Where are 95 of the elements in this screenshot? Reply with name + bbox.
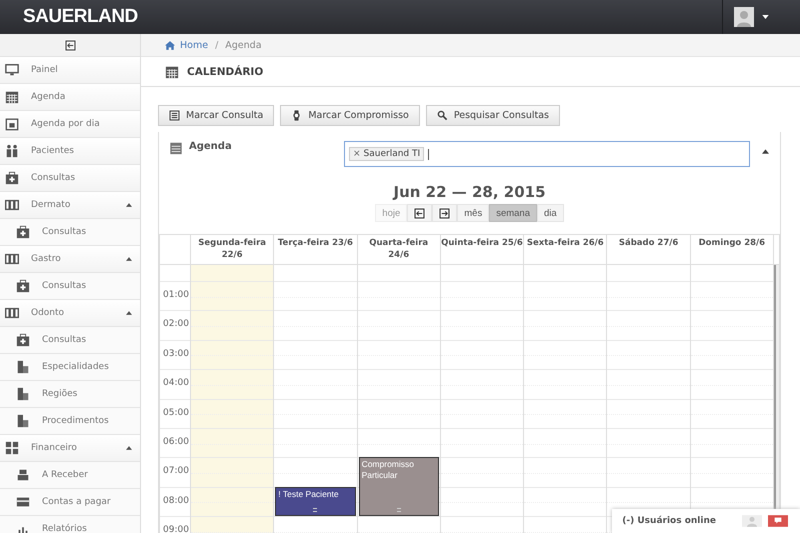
action-button[interactable]: Pesquisar Consultas [426,105,560,126]
sidebar-item-label: Especialidades [42,362,110,372]
logo: SAUERLAND [23,6,138,28]
remove-tag-button[interactable]: × [353,149,361,159]
card-icon [16,495,30,509]
sidebar-item-label: Consultas [42,335,88,345]
collapse-caret-icon[interactable] [762,149,769,154]
day-header: Segunda-feira 22/6 [191,235,274,264]
calendar-event[interactable]: Compromisso Particular [358,457,439,516]
register-icon [16,468,30,482]
medkit-icon [16,225,30,239]
sidebar-item[interactable]: Agenda [0,84,140,111]
day-icon [5,117,19,131]
sidebar-item-label: Odonto [31,308,66,318]
medkit-icon [16,279,30,293]
sidebar-item[interactable]: Painel [0,57,140,84]
previous-button[interactable] [407,204,432,222]
sidebar-item-label: Contas a pagar [42,497,112,507]
panel-title: Agenda [189,141,233,152]
breadcrumb-separator: / [214,40,220,50]
time-label: 08:00 [162,494,189,506]
time-label: 03:00 [162,348,189,359]
calendar-icon [165,64,179,78]
day-header: Sábado 27/6 [607,235,691,264]
sidebar-item[interactable]: Dermato [0,192,140,219]
search-icon [436,110,448,121]
day-header: Domingo 28/6 [690,235,774,264]
sidebar-item-label: Financeiro [31,443,78,453]
sidebar-item-label: Regiões [42,389,78,399]
action-button[interactable]: Marcar Compromisso [280,105,420,126]
sidebar-item-label: Pacientes [31,146,75,156]
time-label: 09:00 [162,524,189,533]
calendar-title: Jun 22 — 28, 2015 [392,183,547,201]
sidebar-item-label: Dermato [31,200,72,210]
people-icon [5,144,19,158]
monitor-icon [5,63,19,77]
sidebar-item-label: Consultas [42,281,88,291]
home-icon [165,40,175,50]
columns-icon [5,252,19,266]
watch-icon [291,110,302,121]
online-users-label[interactable]: (-) Usuários online [622,516,716,526]
agenda-filter-field[interactable]: × Sauerland TI [344,141,750,167]
sidebar-item[interactable]: Financeiro [0,435,140,462]
medkit-icon [5,171,19,185]
time-label: 01:00 [162,289,189,300]
sidebar-item-label: Painel [31,65,59,75]
sidebar-item-label: Agenda por dia [31,119,101,129]
next-button[interactable] [432,204,458,222]
sidebar-item[interactable]: Odonto [0,300,140,327]
calendar-event[interactable]: ! Teste Paciente [275,486,356,516]
sidebar-item[interactable]: Gastro [0,246,140,273]
view-button[interactable]: dia [537,204,564,222]
sidebar-item-label: Consultas [31,173,76,183]
avatar-icon [734,7,754,27]
building-icon [16,414,30,428]
day-header: Quarta-feira 24/6 [358,235,441,264]
sidebar-item-label: Consultas [42,227,88,237]
view-button[interactable]: mês [457,204,490,222]
sidebar-item-label: Procedimentos [42,416,110,426]
building-icon [16,360,30,374]
sidebar-item-label: Agenda [31,92,66,102]
sidebar-item-label: A Receber [42,470,89,480]
sidebar-item-label: Relatórios [42,524,88,533]
day-header: Sexta-feira 26/6 [524,235,608,264]
calendar-icon [169,141,183,155]
time-label: 04:00 [162,377,189,388]
columns-icon [5,306,19,320]
caret-icon [762,15,769,19]
prev-icon [414,208,426,218]
time-label: 06:00 [162,436,189,447]
view-button[interactable]: semana [489,204,538,222]
time-label: 07:00 [162,465,189,476]
breadcrumb-link[interactable]: Home [180,40,208,50]
sidebar-item[interactable]: Agenda por dia [0,111,140,138]
medkit-icon [16,333,30,347]
sidebar-item[interactable]: Pacientes [0,138,140,165]
columns-icon [5,198,19,212]
day-header: Quinta-feira 25/6 [440,235,524,264]
form-icon [169,110,180,121]
breadcrumb-current: Agenda [225,40,262,50]
chat-icon[interactable] [768,515,788,527]
calendar-icon [5,90,19,104]
sidebar-item[interactable]: Consultas [0,165,140,192]
action-button[interactable]: Marcar Consulta [158,105,274,126]
day-header: Terça-feira 23/6 [274,235,358,264]
tag-label: Sauerland TI [364,149,420,159]
dashboard-icon [5,441,19,455]
next-icon [439,208,450,218]
filter-tag[interactable]: × Sauerland TI [349,147,424,161]
sidebar-item-label: Gastro [31,254,62,264]
building-icon [16,387,30,401]
time-label: 05:00 [162,406,189,418]
page-title: CALENDÁRIO [187,66,264,78]
collapse-sidebar-icon[interactable] [64,40,76,50]
time-label: 02:00 [162,318,189,330]
